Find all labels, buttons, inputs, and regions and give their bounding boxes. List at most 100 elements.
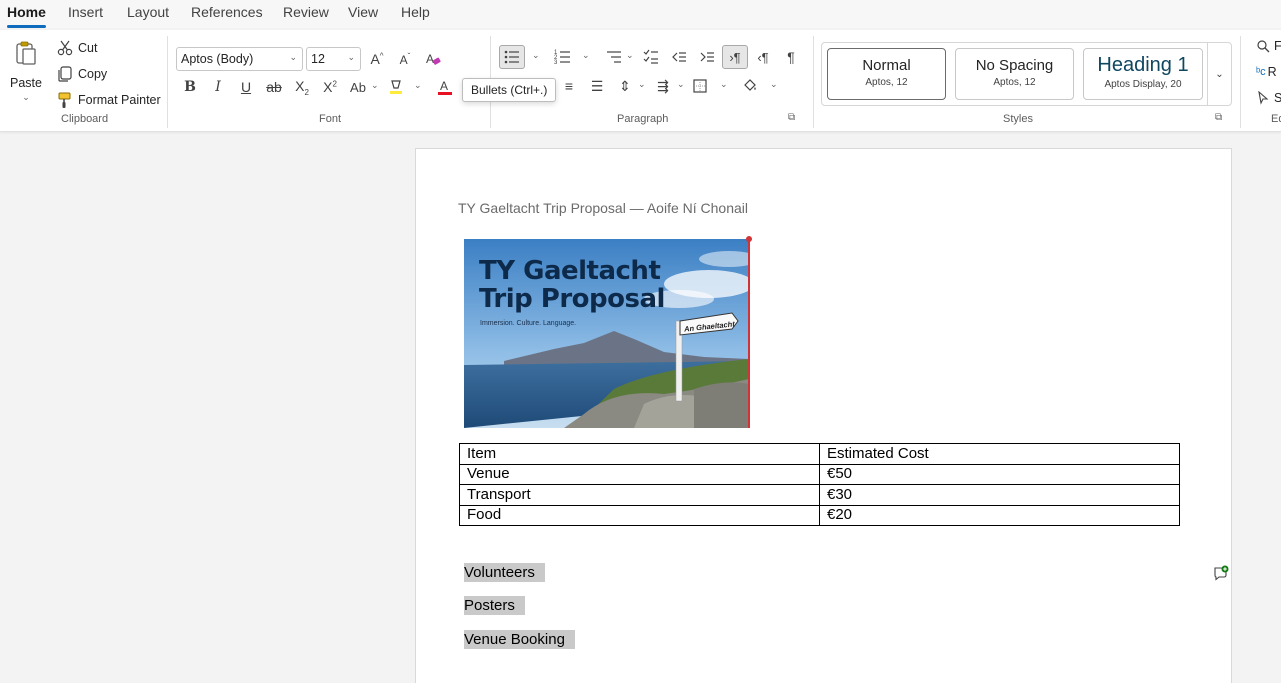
font-color-icon: A [438,79,452,95]
paste-label: Paste [10,76,42,90]
table-cell[interactable]: Transport [459,484,820,506]
new-comment-icon[interactable] [1213,565,1229,581]
paragraph-dialog-launcher-icon[interactable]: ⧉ [788,112,795,123]
table-header-cell[interactable]: Item [459,443,820,465]
align-distributed-button[interactable]: ☰ [584,74,610,98]
style-heading-1[interactable]: Heading 1 Aptos Display, 20 [1083,48,1203,100]
grow-font-icon: A^ [370,51,384,67]
styles-more-button[interactable]: ⌄ [1207,43,1231,105]
table-cell[interactable]: Food [459,504,820,526]
select-button[interactable]: S [1256,91,1281,105]
numbering-button[interactable]: 1 2 3 [550,45,576,69]
highlighter-icon [390,80,402,94]
style-heading-1-sub: Aptos Display, 20 [1104,79,1182,90]
paste-button[interactable]: Paste ⌄ [10,40,42,103]
editing-group-label: Ed [1271,113,1281,125]
table-cell[interactable]: Venue [459,463,820,485]
shading-chevron-icon[interactable]: ⌄ [770,79,778,90]
ribbon: Paste ⌄ Cut Copy Format Painter Clipboar… [0,30,1281,132]
image-title-line-2: Trip Proposal [479,284,665,314]
bold-button[interactable]: B [177,75,203,99]
table-header-cell[interactable]: Estimated Cost [819,443,1180,465]
style-normal[interactable]: Normal Aptos, 12 [827,48,946,100]
scissors-icon [57,40,73,56]
copy-button[interactable]: Copy [56,65,107,83]
show-formatting-button[interactable]: ¶ [778,45,804,69]
clear-formatting-button[interactable]: A [420,47,446,71]
borders-chevron-icon[interactable]: ⌄ [720,79,728,90]
shrink-font-button[interactable]: Aˇ [392,47,418,71]
highlight-chevron-icon[interactable]: ⌄ [414,80,422,91]
format-painter-button[interactable]: Format Painter [56,91,161,109]
table-cell[interactable]: €20 [819,504,1180,526]
style-normal-name: Normal [862,57,911,74]
change-case-chevron-icon[interactable]: ⌄ [371,80,379,91]
superscript-button[interactable]: X2 [317,75,343,99]
cover-image[interactable]: TY Gaeltacht Trip Proposal Immersion. Cu… [464,239,749,428]
tab-references[interactable]: References [191,4,263,20]
image-title: TY Gaeltacht Trip Proposal [479,257,665,313]
shading-button[interactable] [737,74,763,98]
multilevel-chevron-icon[interactable]: ⌄ [626,50,634,61]
copy-label: Copy [78,67,108,81]
font-group-label: Font [319,113,342,125]
underline-button[interactable]: U [233,75,259,99]
paragraph-spacing-chevron-icon[interactable]: ⌄ [677,79,685,90]
change-case-button[interactable]: Ab [345,75,371,99]
copy-icon [58,66,72,82]
find-button[interactable]: F [1256,39,1281,53]
decrease-indent-icon [672,52,686,62]
paragraph-volunteers[interactable]: Volunteers [464,563,545,582]
highlight-button[interactable] [383,75,409,99]
grow-font-button[interactable]: A^ [364,47,390,71]
font-family-select[interactable]: Aptos (Body) ⌄ [176,47,303,71]
tab-home[interactable]: Home [7,4,46,28]
image-resize-handle[interactable] [746,236,752,242]
table-cell[interactable]: €50 [819,463,1180,485]
paragraph-spacing-button[interactable]: ⇶ [650,74,676,98]
bullets-button[interactable] [499,45,525,69]
tab-view[interactable]: View [348,4,378,20]
line-spacing-button[interactable]: ⇕ [612,74,638,98]
tab-insert[interactable]: Insert [68,4,103,20]
line-spacing-chevron-icon[interactable]: ⌄ [638,79,646,90]
cut-button[interactable]: Cut [56,39,97,57]
align-distributed-icon: ☰ [590,77,604,94]
divider [167,36,168,128]
borders-icon [693,79,707,93]
rtl-paragraph-button[interactable]: ‹¶ [750,45,776,69]
numbering-chevron-icon[interactable]: ⌄ [582,50,590,61]
shrink-font-icon: Aˇ [399,51,411,67]
paste-chevron-icon[interactable]: ⌄ [22,92,30,103]
format-painter-label: Format Painter [78,93,161,107]
increase-indent-button[interactable] [694,45,720,69]
font-size-select[interactable]: 12 ⌄ [306,47,361,71]
italic-button[interactable]: I [205,75,231,99]
borders-button[interactable] [687,74,713,98]
image-selection-edge[interactable] [748,239,750,428]
font-color-button[interactable]: A [432,75,458,99]
cost-table[interactable]: Item Estimated Cost Venue €50 Transport … [459,443,1180,526]
paragraph-posters[interactable]: Posters [464,596,525,615]
checklist-button[interactable] [638,45,664,69]
justify-button[interactable]: ≡ [556,74,582,98]
table-cell[interactable]: €30 [819,484,1180,506]
ltr-paragraph-button[interactable]: ›¶ [722,45,748,69]
tab-review[interactable]: Review [283,4,329,20]
clear-formatting-icon: A [426,52,441,66]
paragraph-venue-booking[interactable]: Venue Booking [464,630,575,649]
chevron-down-icon: ⌄ [347,52,355,62]
decrease-indent-button[interactable] [666,45,692,69]
bullets-chevron-icon[interactable]: ⌄ [532,50,540,61]
replace-button[interactable]: ᵇc R [1256,65,1277,79]
svg-text:3: 3 [554,60,558,66]
styles-dialog-launcher-icon[interactable]: ⧉ [1215,112,1222,123]
style-no-spacing[interactable]: No Spacing Aptos, 12 [955,48,1074,100]
subscript-button[interactable]: X2 [289,75,315,99]
tab-layout[interactable]: Layout [127,4,169,20]
tab-help[interactable]: Help [401,4,430,20]
strikethrough-button[interactable]: ab [261,75,287,99]
underline-icon: U [240,79,252,95]
document-page[interactable]: TY Gaeltacht Trip Proposal — Aoife Ní Ch… [415,148,1232,683]
multilevel-list-button[interactable] [601,45,627,69]
